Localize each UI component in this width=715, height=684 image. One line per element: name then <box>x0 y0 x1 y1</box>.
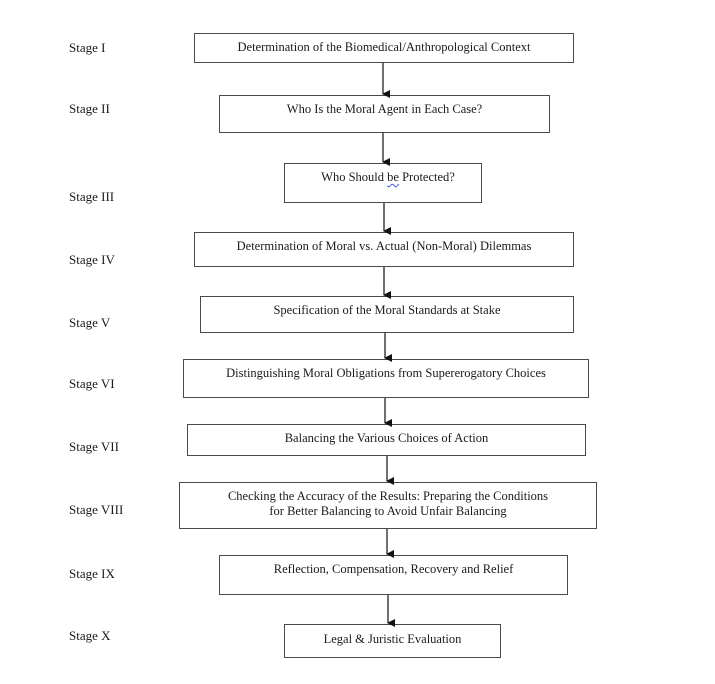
stage-box-1-text: Determination of the Biomedical/Anthropo… <box>237 40 531 54</box>
stage-box-2-text: Who Is the Moral Agent in Each Case? <box>286 102 483 116</box>
stage-box-5-text: Specification of the Moral Standards at … <box>273 303 501 317</box>
stage-label-4: Stage IV <box>69 252 115 267</box>
text-part: Protected? <box>398 170 455 184</box>
stage-box-8: Checking the Accuracy of the Results: Pr… <box>179 482 597 529</box>
stage-label-8: Stage VIII <box>69 502 124 517</box>
stage-box-6: Distinguishing Moral Obligations from Su… <box>183 359 589 398</box>
stage-label-7: Stage VII <box>69 439 119 454</box>
stage-box-9-text: Reflection, Compensation, Recovery and R… <box>273 562 514 576</box>
text-part: Who Should <box>321 170 388 184</box>
stage-label-2: Stage II <box>69 101 110 116</box>
stage-box-7: Balancing the Various Choices of Action <box>187 424 586 456</box>
stage-box-1: Determination of the Biomedical/Anthropo… <box>194 33 574 63</box>
stage-label-9: Stage IX <box>69 566 115 581</box>
stage-box-8-line-1: Checking the Accuracy of the Results: Pr… <box>227 489 549 503</box>
stage-box-10-text: Legal & Juristic Evaluation <box>323 632 462 646</box>
stage-label-1: Stage I <box>69 40 106 55</box>
stage-label-6: Stage VI <box>69 376 115 391</box>
stage-box-8-text: Checking the Accuracy of the Results: Pr… <box>228 489 548 528</box>
stage-box-6-text: Distinguishing Moral Obligations from Su… <box>226 366 546 380</box>
stage-box-3-text: Who Should be Protected? <box>321 170 455 202</box>
stage-box-9: Reflection, Compensation, Recovery and R… <box>219 555 568 595</box>
stage-box-10: Legal & Juristic Evaluation <box>284 624 501 658</box>
spellcheck-flagged-word: be <box>387 170 399 184</box>
stage-box-8-line-2: for Better Balancing to Avoid Unfair Bal… <box>269 504 507 518</box>
stage-box-5: Specification of the Moral Standards at … <box>200 296 574 333</box>
stage-label-5: Stage V <box>69 315 111 330</box>
stage-label-10: Stage X <box>69 628 111 643</box>
stage-box-7-text: Balancing the Various Choices of Action <box>284 431 489 445</box>
stage-box-4: Determination of Moral vs. Actual (Non-M… <box>194 232 574 267</box>
stage-box-4-text: Determination of Moral vs. Actual (Non-M… <box>236 239 532 253</box>
stage-box-2: Who Is the Moral Agent in Each Case? <box>219 95 550 133</box>
stage-box-3: Who Should be Protected? <box>284 163 482 203</box>
stage-label-3: Stage III <box>69 189 115 204</box>
